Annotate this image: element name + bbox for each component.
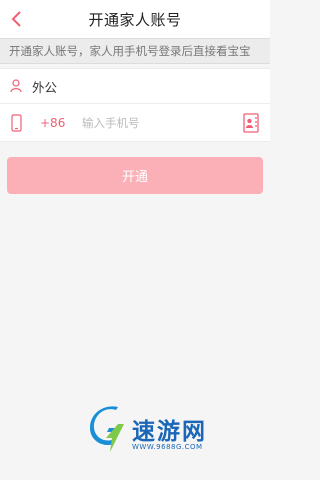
watermark: 速游网 WWW.9688G.COM — [90, 404, 260, 460]
watermark-logo-icon — [90, 406, 124, 452]
chevron-left-icon — [11, 11, 21, 27]
contact-book-icon — [243, 112, 259, 133]
phone-number-input[interactable] — [82, 110, 222, 135]
activate-button[interactable]: 开通 — [7, 157, 263, 194]
app-header: 开通家人账号 — [0, 0, 270, 38]
name-row: 外公 — [0, 68, 270, 104]
back-button[interactable] — [6, 8, 26, 30]
person-icon — [9, 77, 23, 95]
mobile-phone-icon — [9, 113, 23, 132]
relation-name-field[interactable]: 外公 — [32, 77, 57, 96]
watermark-url: WWW.9688G.COM — [132, 443, 203, 451]
info-banner: 开通家人账号，家人用手机号登录后直接看宝宝 — [0, 38, 270, 64]
phone-row: +86 — [0, 104, 270, 142]
page-title: 开通家人账号 — [88, 10, 182, 29]
country-code[interactable]: +86 — [40, 116, 65, 130]
contact-book-button[interactable] — [243, 112, 259, 133]
watermark-text: 速游网 — [132, 419, 207, 445]
